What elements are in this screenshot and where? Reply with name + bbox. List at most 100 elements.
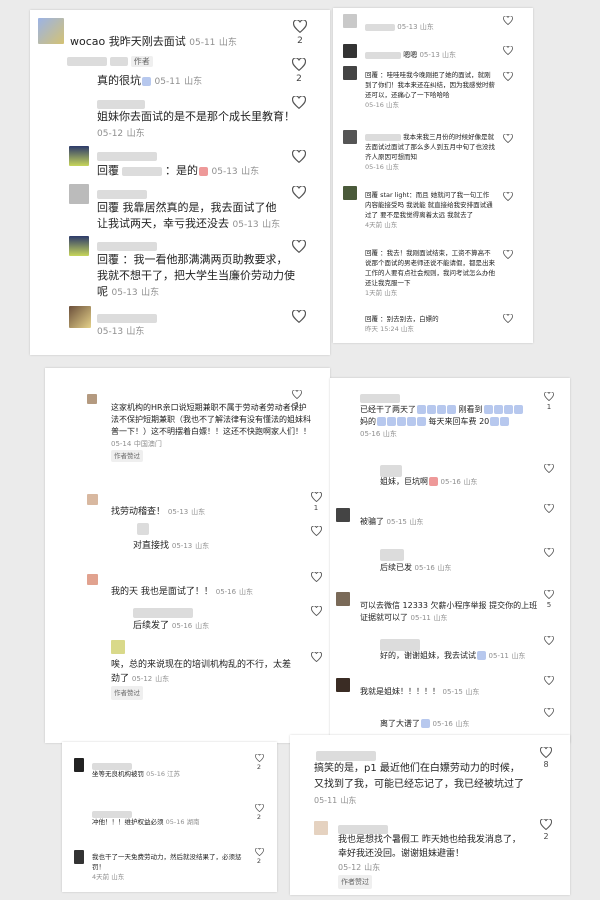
comment-date: 05-16 — [414, 564, 435, 572]
avatar[interactable] — [336, 592, 350, 606]
heart-icon — [544, 708, 554, 717]
like-button[interactable]: 2 — [538, 819, 554, 841]
comment-location: 山东 — [184, 77, 203, 87]
like-button[interactable] — [289, 310, 309, 323]
heart-icon[interactable] — [503, 16, 513, 25]
heart-icon[interactable] — [503, 192, 513, 201]
like-button[interactable] — [542, 548, 556, 557]
like-count: 2 — [256, 813, 262, 821]
like-count: 2 — [256, 857, 262, 865]
heart-icon — [254, 848, 264, 856]
comment-date: 05-14 — [111, 440, 132, 448]
avatar[interactable] — [69, 184, 89, 204]
avatar[interactable] — [69, 146, 89, 166]
avatar[interactable] — [87, 494, 98, 505]
like-button[interactable]: 1 — [309, 492, 323, 512]
comment-location: 山东 — [419, 23, 434, 31]
like-button[interactable] — [309, 526, 323, 536]
like-button[interactable]: 1 — [290, 390, 304, 409]
comment-location: 山东 — [238, 588, 253, 596]
like-button[interactable] — [542, 464, 556, 473]
heart-icon — [310, 606, 322, 616]
comment: 唉，总的来说现在的培训机构乱的不行，太差劲了 05-12 山东 作者赞过 — [111, 658, 291, 700]
heart-icon[interactable] — [503, 250, 513, 259]
comment-location: 山东 — [437, 564, 452, 572]
avatar[interactable] — [336, 508, 350, 522]
comment-date: 05-16 — [365, 101, 384, 109]
heart-icon[interactable] — [503, 314, 513, 323]
comment: 找劳动稽查！ 05-13 山东 — [111, 504, 205, 517]
comment-text: 冲他！！！维护权益必须 — [92, 818, 164, 826]
comment-text: 真的很坑 — [97, 74, 141, 87]
like-button[interactable] — [542, 636, 556, 645]
avatar[interactable] — [69, 306, 91, 328]
avatar[interactable] — [69, 236, 89, 256]
comment-date: 05-12 — [131, 675, 153, 683]
like-button[interactable]: 2 — [252, 848, 266, 865]
avatar[interactable] — [336, 678, 350, 692]
comment: 回覆 ：我一看他那满满两页助教要求，我就不想干了，把大学生当廉价劳动力使呢 05… — [97, 252, 297, 301]
comment: 对直接找 05-13 山东 — [133, 538, 209, 551]
comment-date: 05-11 — [410, 614, 431, 622]
avatar[interactable] — [343, 130, 357, 144]
like-button[interactable] — [309, 652, 323, 662]
comment-text: 姐妹，巨坑啊 — [380, 477, 428, 486]
like-count: 2 — [256, 763, 262, 771]
comment-text: 好的，谢谢姐妹，我去试试 — [380, 651, 476, 660]
panel-bottom-left: 坐等无良机构被罚 05-16 江苏 2 冲他！！！维护权益必须 05-16 湖南… — [62, 742, 277, 892]
like-button[interactable]: 8 — [538, 747, 554, 769]
comment-date: 05-11 — [189, 38, 216, 48]
avatar[interactable] — [111, 640, 125, 654]
comment-date: 05-13 — [397, 23, 418, 31]
comment-date: 05-16 — [215, 588, 237, 596]
like-button[interactable] — [309, 572, 323, 582]
like-button[interactable] — [289, 150, 309, 163]
like-button[interactable]: 2 — [252, 754, 266, 771]
comment-date: 05-16 — [165, 818, 185, 826]
comment: 被骗了 05-15 山东 — [360, 516, 423, 527]
comment-text: 这家机构的HR亲口说短期兼职不属于劳动者劳动者保护法不保护短期兼职（我也不了解法… — [111, 403, 311, 436]
avatar[interactable] — [343, 66, 357, 80]
like-button[interactable]: 1 — [542, 392, 556, 411]
like-button[interactable] — [542, 504, 556, 513]
comment-text: 被骗了 — [360, 517, 384, 526]
avatar[interactable] — [343, 186, 357, 200]
comment-location: 山东 — [126, 327, 145, 337]
like-count: 5 — [546, 601, 552, 609]
avatar[interactable] — [343, 14, 357, 28]
comment-date: 4天前 — [92, 873, 110, 881]
avatar[interactable] — [74, 850, 84, 864]
heart-icon — [544, 464, 554, 473]
comment-location: 山东 — [111, 873, 125, 881]
avatar[interactable] — [314, 821, 328, 835]
avatar[interactable] — [38, 18, 64, 44]
like-button[interactable]: 2 — [289, 58, 309, 84]
like-button[interactable]: 2 — [290, 20, 310, 46]
like-button[interactable] — [542, 708, 556, 717]
avatar[interactable] — [87, 394, 97, 404]
heart-icon[interactable] — [503, 46, 513, 55]
comment-date: 昨天 15:24 — [365, 325, 399, 333]
comment: 回覆 star light：而且 她就问了我一句工作内容能接受吗 我说能 就直接… — [365, 190, 495, 230]
emoji-icon — [142, 76, 151, 86]
comment-text: 后续发了 — [133, 621, 170, 631]
heart-icon — [310, 492, 322, 502]
like-button[interactable]: 5 — [542, 590, 556, 609]
comment-date: 05-16 — [171, 622, 193, 630]
avatar[interactable] — [87, 574, 98, 585]
like-button[interactable] — [309, 606, 323, 616]
like-button[interactable] — [289, 96, 309, 109]
comment: 可以去微信 12333 欠薪小程序举报 提交你的上班证据就可以了 05-11 山… — [360, 600, 540, 624]
comment-text: 我也是想找个暑假工 昨天她也给我发消息了，幸好我还没回。谢谢姐妹避雷！ — [338, 835, 521, 859]
avatar[interactable] — [74, 758, 84, 772]
like-button[interactable] — [289, 240, 309, 253]
like-button[interactable] — [289, 186, 309, 199]
heart-icon — [544, 590, 554, 599]
heart-icon[interactable] — [503, 72, 513, 81]
like-button[interactable] — [542, 676, 556, 685]
comment-location: 中国澳门 — [133, 440, 162, 448]
heart-icon[interactable] — [503, 134, 513, 143]
avatar[interactable] — [343, 44, 357, 58]
comment-location: 山东 — [385, 101, 399, 109]
like-button[interactable]: 2 — [252, 804, 266, 821]
